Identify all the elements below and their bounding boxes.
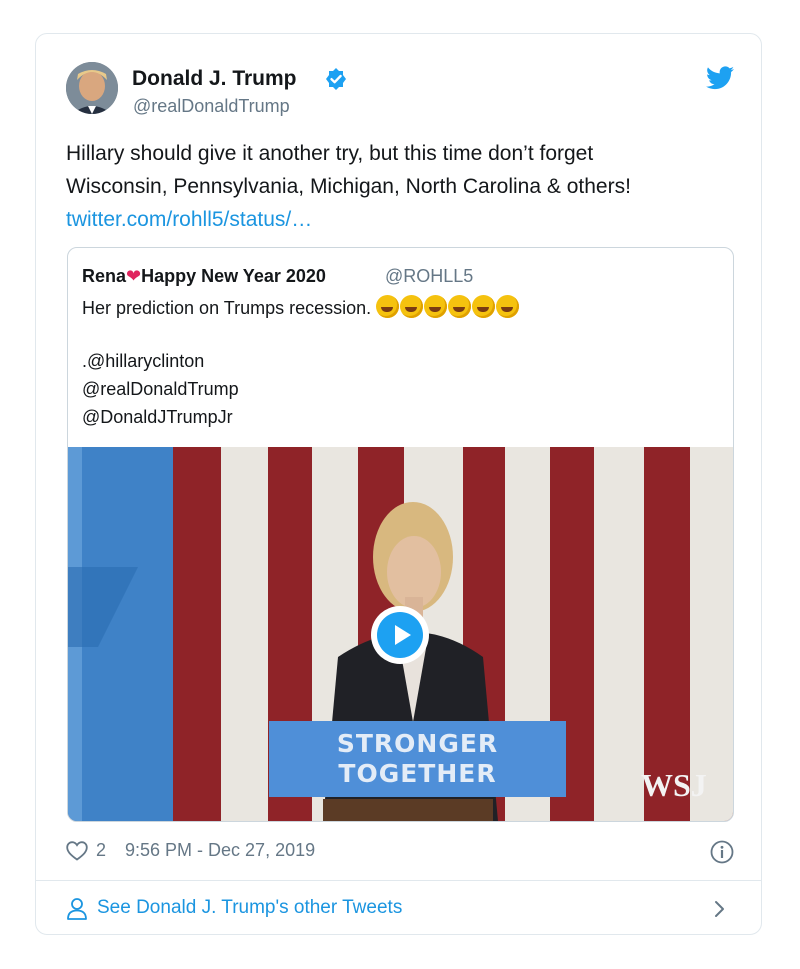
heart-icon[interactable] xyxy=(66,841,88,861)
tweet-timestamp[interactable]: 9:56 PM - Dec 27, 2019 xyxy=(125,840,315,861)
divider xyxy=(36,880,761,881)
red-heart-emoji-icon: ❤ xyxy=(126,266,142,286)
like-count[interactable]: 2 xyxy=(96,840,106,861)
quoted-author-name-part: Happy New Year 2020 xyxy=(141,266,326,286)
campaign-sign: STRONGER TOGETHER xyxy=(269,721,566,797)
avatar[interactable] xyxy=(66,62,118,114)
laughing-emoji-icon xyxy=(376,295,400,318)
quoted-tweet-text-body: Her prediction on Trumps recession. xyxy=(82,298,372,318)
tweet-link[interactable]: twitter.com/rohll5/status/… xyxy=(66,203,726,236)
laughing-emoji-icon xyxy=(448,295,472,318)
play-icon xyxy=(377,612,423,658)
info-icon[interactable] xyxy=(710,840,734,864)
mention-link[interactable]: @DonaldJTrumpJr xyxy=(82,407,233,428)
tweet-text-line: Wisconsin, Pennsylvania, Michigan, North… xyxy=(66,175,631,198)
mention-link[interactable]: .@hillaryclinton xyxy=(82,351,204,372)
wsj-watermark: WSJ xyxy=(641,767,707,803)
author-handle[interactable]: @realDonaldTrump xyxy=(133,96,290,117)
quoted-author-handle[interactable]: @ROHLL5 xyxy=(385,266,473,287)
person-icon xyxy=(66,897,88,921)
video-thumbnail[interactable]: STRONGER TOGETHER WSJ xyxy=(68,447,733,821)
sign-line: TOGETHER xyxy=(338,759,497,788)
laughing-emoji-icon xyxy=(400,295,424,318)
laughing-emoji-icon xyxy=(424,295,448,318)
party-face-emoji-icon xyxy=(496,295,520,318)
mention-link[interactable]: @realDonaldTrump xyxy=(82,379,239,400)
twitter-bird-icon[interactable] xyxy=(706,66,734,90)
quoted-author-name-part: Rena xyxy=(82,266,127,286)
tweet-text-line: Hillary should give it another try, but … xyxy=(66,142,594,165)
quoted-tweet[interactable]: Rena❤Happy New Year 2020 @ROHLL5 Her pre… xyxy=(67,247,734,822)
author-name[interactable]: Donald J. Trump xyxy=(132,67,297,91)
embedded-tweet-card: Donald J. Trump @realDonaldTrump Hillary… xyxy=(35,33,762,935)
laughing-emoji-icon xyxy=(472,295,496,318)
verified-badge-icon xyxy=(325,68,347,90)
tweet-text: Hillary should give it another try, but … xyxy=(66,137,726,236)
play-button[interactable] xyxy=(371,606,429,664)
quoted-tweet-text: Her prediction on Trumps recession. xyxy=(82,295,520,319)
see-other-tweets-label: See Donald J. Trump's other Tweets xyxy=(97,897,403,918)
sign-line: STRONGER xyxy=(336,729,499,758)
quoted-author-name[interactable]: Rena❤Happy New Year 2020 xyxy=(82,266,326,287)
chevron-right-icon[interactable] xyxy=(712,896,728,922)
